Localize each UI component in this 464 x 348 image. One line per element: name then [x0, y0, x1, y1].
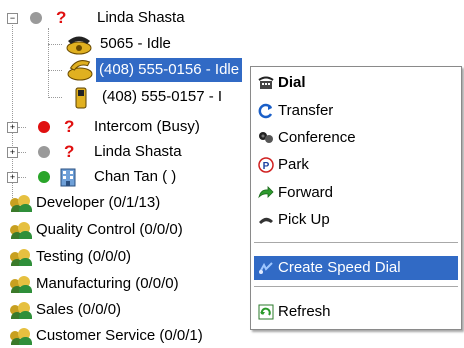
expand-toggle[interactable]: + [7, 172, 18, 183]
unknown-status-icon: ? [64, 142, 75, 161]
dial-icon [258, 76, 274, 89]
status-gray-icon [38, 146, 50, 158]
collapse-toggle[interactable]: − [7, 13, 18, 24]
tree-item-label: Testing (0/0/0) [36, 248, 132, 265]
ringing-phone-icon [67, 60, 93, 81]
park-icon: P [258, 157, 274, 173]
tree-item-linda-shasta[interactable]: − ? Linda Shasta [0, 6, 240, 30]
group-icon [10, 248, 32, 266]
tree-group-quality-control[interactable]: Quality Control (0/0/0) [0, 218, 250, 242]
tree-item-5065[interactable]: 5065 - Idle [0, 32, 240, 56]
tree-item-label: Manufacturing (0/0/0) [36, 275, 179, 292]
tree-item-label: Customer Service (0/0/1) [36, 327, 203, 344]
tree-item-label: Quality Control (0/0/0) [36, 221, 183, 238]
menu-item-pick-up[interactable]: Pick Up [254, 208, 458, 232]
forward-icon [258, 186, 274, 199]
menu-item-dial[interactable]: Dial [254, 71, 458, 95]
tree-item-line-0156[interactable]: (408) 555-0156 - Idle [0, 58, 250, 82]
menu-item-label: Create Speed Dial [278, 259, 401, 276]
menu-separator [254, 242, 458, 243]
park-glyph: P [263, 161, 270, 172]
menu-item-label: Park [278, 156, 309, 173]
desk-phone-icon [66, 36, 92, 55]
group-icon [10, 275, 32, 293]
status-gray-icon [30, 12, 42, 24]
tree-item-line-0157[interactable]: (408) 555-0157 - I [0, 85, 250, 109]
building-icon [60, 168, 76, 187]
menu-item-label: Pick Up [278, 211, 330, 228]
menu-item-park[interactable]: P Park [254, 153, 458, 177]
tree-item-label: Linda Shasta [94, 143, 182, 160]
menu-item-label: Refresh [278, 303, 331, 320]
tree-item-label: Developer (0/1/13) [36, 194, 161, 211]
refresh-icon [258, 304, 274, 320]
tree-group-testing[interactable]: Testing (0/0/0) [0, 245, 250, 269]
menu-item-conference[interactable]: Conference [254, 126, 458, 150]
speed-dial-icon [259, 262, 273, 274]
expand-toggle[interactable]: + [7, 122, 18, 133]
pickup-icon [259, 217, 273, 224]
menu-item-refresh[interactable]: Refresh [254, 300, 458, 324]
tree-item-linda-shasta-2[interactable]: + ? Linda Shasta [0, 140, 250, 164]
tree-item-label: Sales (0/0/0) [36, 301, 122, 318]
expand-toggle[interactable]: + [7, 147, 18, 158]
tree-item-intercom[interactable]: + ? Intercom (Busy) [0, 115, 250, 139]
tree-item-label: (408) 555-0156 - Idle [96, 58, 243, 82]
context-menu: Dial Transfer Conference P Park Forward … [250, 66, 462, 330]
tree-group-customer-service[interactable]: Customer Service (0/0/1) [0, 324, 250, 348]
mobile-phone-icon [75, 87, 87, 109]
menu-item-transfer[interactable]: Transfer [254, 99, 458, 123]
status-available-icon [38, 171, 50, 183]
tree-item-chan-tan[interactable]: + Chan Tan ( ) [0, 165, 250, 189]
unknown-status-icon: ? [64, 117, 75, 136]
menu-item-label: Dial [278, 74, 306, 91]
menu-item-forward[interactable]: Forward [254, 181, 458, 205]
menu-item-create-speed-dial[interactable]: Create Speed Dial [254, 256, 458, 280]
tree-group-sales[interactable]: Sales (0/0/0) [0, 298, 250, 322]
group-icon [10, 221, 32, 239]
conference-icon [259, 132, 273, 143]
status-busy-icon [38, 121, 50, 133]
menu-item-label: Conference [278, 129, 356, 146]
group-icon [10, 194, 32, 212]
tree-item-label: 5065 - Idle [100, 35, 171, 52]
menu-separator [254, 286, 458, 287]
tree-item-label: Chan Tan ( ) [94, 168, 177, 185]
menu-item-label: Forward [278, 184, 334, 201]
tree-item-label: (408) 555-0157 - I [102, 88, 223, 105]
group-icon [10, 327, 32, 345]
tree-item-label: Intercom (Busy) [94, 118, 200, 135]
tree-group-manufacturing[interactable]: Manufacturing (0/0/0) [0, 272, 250, 296]
menu-item-label: Transfer [278, 102, 334, 119]
tree-group-developer[interactable]: Developer (0/1/13) [0, 191, 250, 215]
tree-item-label: Linda Shasta [97, 9, 185, 26]
unknown-status-icon: ? [56, 8, 67, 27]
transfer-icon [258, 103, 273, 119]
group-icon [10, 301, 32, 319]
